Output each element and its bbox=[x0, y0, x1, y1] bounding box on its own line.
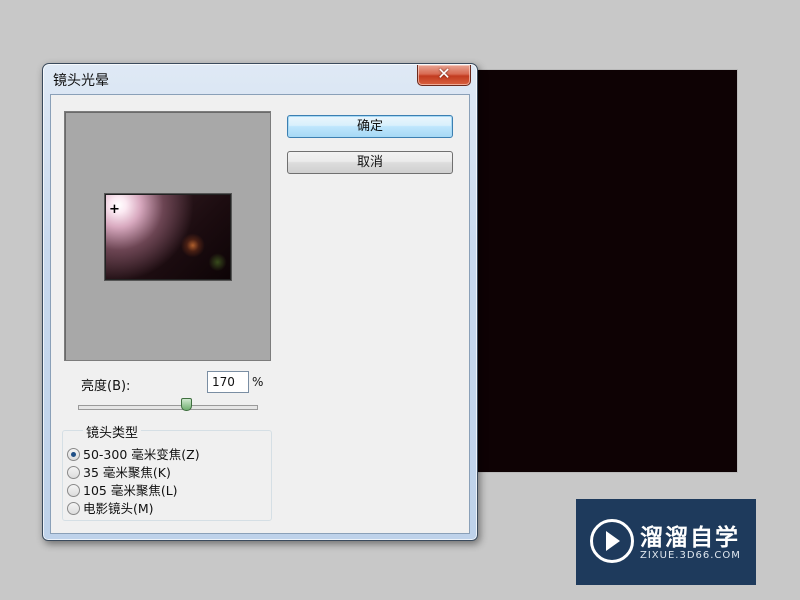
lens-option-label: 电影镜头(M) bbox=[83, 501, 154, 516]
brightness-input[interactable]: 170 bbox=[207, 371, 249, 393]
title-bar[interactable]: 镜头光晕 ✕ bbox=[43, 64, 477, 94]
dialog-title: 镜头光晕 bbox=[53, 73, 109, 89]
brightness-label: 亮度(B): bbox=[81, 379, 131, 394]
lens-option-label: 35 毫米聚焦(K) bbox=[83, 465, 171, 480]
preview-image[interactable]: + bbox=[105, 194, 231, 280]
radio-icon[interactable] bbox=[67, 466, 80, 479]
lens-flare-dialog: 镜头光晕 ✕ + 确定 取消 亮度(B): 170 % 镜头类型 50-300 … bbox=[42, 63, 478, 541]
preview-panel: + bbox=[64, 111, 271, 361]
lens-option-50-300[interactable]: 50-300 毫米变焦(Z) bbox=[67, 444, 200, 462]
lens-option-105[interactable]: 105 毫米聚焦(L) bbox=[67, 480, 178, 498]
watermark-name: 溜溜自学 bbox=[640, 525, 740, 551]
lens-option-35[interactable]: 35 毫米聚焦(K) bbox=[67, 462, 171, 480]
flare-center-crosshair-icon[interactable]: + bbox=[109, 203, 120, 216]
close-button[interactable]: ✕ bbox=[417, 64, 471, 86]
brightness-unit: % bbox=[252, 375, 264, 389]
lens-option-label: 50-300 毫米变焦(Z) bbox=[83, 447, 200, 462]
radio-icon[interactable] bbox=[67, 484, 80, 497]
lens-type-title: 镜头类型 bbox=[83, 422, 142, 441]
lens-option-label: 105 毫米聚焦(L) bbox=[83, 483, 178, 498]
watermark: 溜溜自学 ZIXUE.3D66.COM bbox=[576, 499, 756, 585]
lens-option-movie[interactable]: 电影镜头(M) bbox=[67, 498, 154, 516]
watermark-url: ZIXUE.3D66.COM bbox=[640, 550, 741, 561]
ok-button[interactable]: 确定 bbox=[287, 115, 453, 138]
document-canvas bbox=[476, 70, 737, 472]
radio-icon[interactable] bbox=[67, 502, 80, 515]
brightness-slider-thumb[interactable] bbox=[180, 398, 192, 411]
cancel-button[interactable]: 取消 bbox=[287, 151, 453, 174]
close-icon: ✕ bbox=[437, 64, 451, 83]
brightness-slider-track[interactable] bbox=[78, 405, 258, 410]
play-logo-icon bbox=[590, 519, 634, 563]
dialog-client-area: + 确定 取消 亮度(B): 170 % 镜头类型 50-300 毫米变焦(Z)… bbox=[50, 94, 470, 534]
lens-type-group: 镜头类型 50-300 毫米变焦(Z) 35 毫米聚焦(K) 105 毫米聚焦(… bbox=[62, 422, 272, 521]
radio-selected-icon[interactable] bbox=[67, 448, 80, 461]
